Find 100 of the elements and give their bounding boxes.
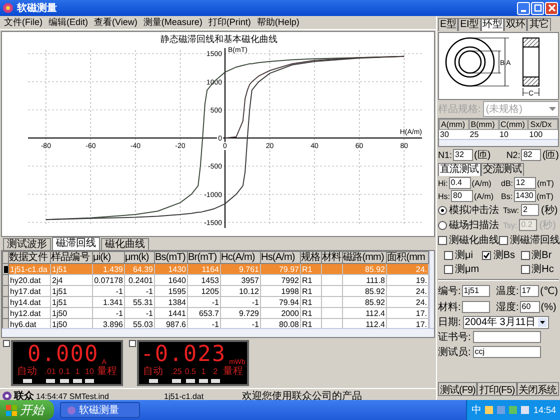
checkbox-label: 测Hc xyxy=(532,262,554,276)
table-cell: -1 xyxy=(188,296,220,308)
field-label: 湿度: xyxy=(496,300,519,314)
table-cell: 0.07178 xyxy=(92,274,124,286)
checkbox-label: 测Bs xyxy=(493,248,515,262)
range-label: 自动 xyxy=(17,366,37,378)
range-label: .01 xyxy=(44,366,56,378)
checkbox-label: 测磁化曲线 xyxy=(449,234,499,247)
field-label: 温度: xyxy=(496,284,519,298)
status-text: 14:54:47 SMTest.ind xyxy=(36,392,109,400)
field-label: 编号: xyxy=(438,284,461,298)
table-cell: 7992 xyxy=(260,274,300,286)
table-cell: 111.8 xyxy=(342,274,386,286)
window-title: 软磁测量 xyxy=(17,2,57,15)
table-cell: R1 xyxy=(300,274,322,286)
unit-label: (秒) xyxy=(541,204,558,217)
unit-label: (匝) xyxy=(474,149,491,162)
table-cell: -1 xyxy=(124,308,154,318)
range-label: 0.5 xyxy=(184,366,196,378)
table-cell: 55.31 xyxy=(124,296,154,308)
field-label: 日期: xyxy=(438,316,461,329)
field-label: N2: xyxy=(506,150,520,160)
checkbox-label: 测μm xyxy=(455,262,480,276)
table-cell: R1 xyxy=(300,296,322,308)
logo-text: 联众 xyxy=(14,390,34,403)
range-label: 1 xyxy=(201,366,206,378)
field-label: 证书号: xyxy=(438,330,471,344)
table-cell: -1 xyxy=(92,308,124,318)
field-label: Tsw: xyxy=(503,206,519,214)
checkbox-label: 测μi xyxy=(455,248,473,262)
table-cell: 1441 xyxy=(154,308,188,318)
field-label: 测试员: xyxy=(438,346,471,359)
unit-label: (mT) xyxy=(537,178,554,188)
table-cell: hy17.dat xyxy=(8,286,50,296)
range-label: 量程 xyxy=(97,366,117,378)
table-cell: hy12.dat xyxy=(8,308,50,318)
table-cell: 1.341 xyxy=(92,296,124,308)
table-cell: 1384 xyxy=(154,296,188,308)
table-cell: 1453 xyxy=(188,274,220,286)
table-cell: 1595 xyxy=(154,286,188,296)
table-cell: -1 xyxy=(92,286,124,296)
table-cell: -1 xyxy=(220,296,260,308)
table-cell: 653.7 xyxy=(188,308,220,318)
range-label: .25 xyxy=(170,366,182,378)
radio-label: 模拟冲击法 xyxy=(449,204,500,217)
unit-label: (mT) xyxy=(536,192,554,200)
range-label: 1 xyxy=(75,366,80,378)
table-cell: 85.92 xyxy=(342,286,386,296)
unit-label: (A/m) xyxy=(472,178,492,188)
table-cell: 1j51 xyxy=(50,286,92,296)
table-cell: 1j50 xyxy=(50,308,92,318)
table-cell: 1640 xyxy=(154,274,188,286)
unit-label: (℃) xyxy=(540,286,558,296)
table-cell-text: 100 xyxy=(528,130,544,139)
range-label: 量程 xyxy=(223,366,243,378)
table-cell: 9.729 xyxy=(220,308,260,318)
unit-label: (匝) xyxy=(542,149,559,162)
table-cell: 3957 xyxy=(220,274,260,286)
range-label: 10 xyxy=(85,366,94,378)
meter-reading: -0.023 xyxy=(140,344,226,366)
table-cell: hy20.dat xyxy=(8,274,50,286)
range-label: 自动 xyxy=(143,366,163,378)
status-text: 1j51-c1.dat xyxy=(163,392,205,400)
table-cell: 112.4 xyxy=(342,308,386,318)
table-cell: 2000 xyxy=(260,308,300,318)
column-header: B(mm) xyxy=(468,119,498,130)
field-label: N1: xyxy=(438,150,452,160)
table-cell: 79.94 xyxy=(260,296,300,308)
checkbox-label: 测Br xyxy=(532,248,552,262)
table-cell: 1205 xyxy=(188,286,220,296)
meter-reading: 0.000 xyxy=(28,344,99,366)
table-cell-text: 30 xyxy=(439,130,450,139)
unit-label: (A/m) xyxy=(474,192,494,200)
table-cell: hy14.dat xyxy=(8,296,50,308)
table-cell: 1j51 xyxy=(50,296,92,308)
table-cell: R1 xyxy=(300,286,322,296)
field-label: Hs: xyxy=(438,192,450,200)
checkbox-label: 测磁滞回线 xyxy=(510,234,560,247)
field-label: dB: xyxy=(501,178,514,188)
radio-label: 磁场扫描法 xyxy=(449,218,500,232)
column-header: C(mm) xyxy=(498,119,528,130)
table-cell: 10.12 xyxy=(220,286,260,296)
table-cell: 1998 xyxy=(260,286,300,296)
field-label: Bs: xyxy=(501,192,513,200)
table-cell: 2j4 xyxy=(50,274,92,286)
field-label: 材料: xyxy=(438,300,461,314)
unit-label: (%) xyxy=(540,302,556,312)
table-cell: -1 xyxy=(124,286,154,296)
column-header: Sx/Dx xyxy=(528,119,558,130)
range-label: 2 xyxy=(213,366,218,378)
table-cell: R1 xyxy=(300,308,322,318)
column-header: A(mm) xyxy=(439,119,469,130)
clock: 14:54 xyxy=(533,405,556,415)
table-cell-text: 10 xyxy=(498,130,510,139)
table-cell: 0.2401 xyxy=(124,274,154,286)
field-label: Hi: xyxy=(438,178,448,188)
table-cell: 85.92 xyxy=(342,296,386,308)
table-cell-text: 25 xyxy=(468,130,480,139)
chart-title: 静态磁滞回线和基本磁化曲线 xyxy=(160,34,278,44)
range-label: 0.1 xyxy=(58,366,70,378)
